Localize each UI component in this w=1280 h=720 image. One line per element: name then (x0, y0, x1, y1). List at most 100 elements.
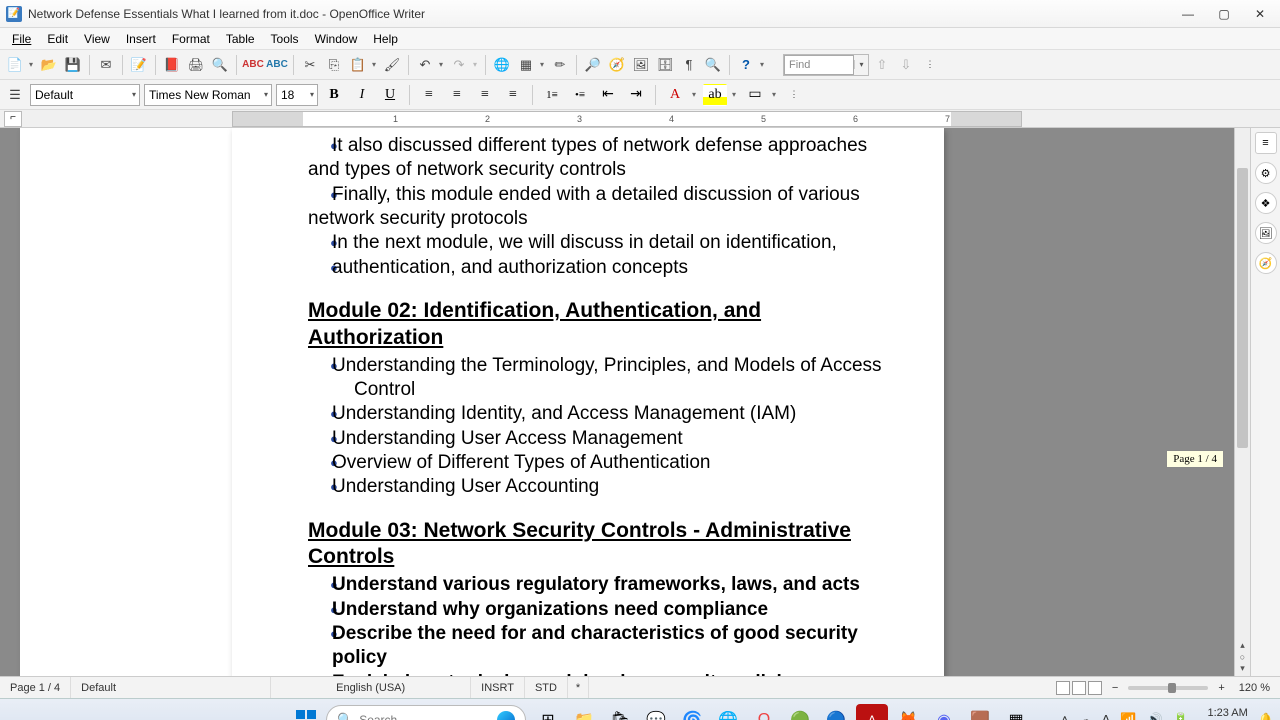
zoom-knob[interactable] (1168, 683, 1176, 693)
clock[interactable]: 1:23 AM 9/24/2024 (1199, 707, 1248, 720)
redo-dropdown-icon[interactable]: ▾ (472, 60, 480, 69)
discord-icon[interactable]: ◉ (928, 704, 960, 720)
status-signature[interactable]: * (568, 677, 589, 698)
find-dropdown-icon[interactable]: ▾ (854, 60, 868, 69)
task-view-icon[interactable]: ⊞ (532, 704, 564, 720)
font-color-dropdown-icon[interactable]: ▾ (691, 90, 699, 99)
paste-dropdown-icon[interactable]: ▾ (371, 60, 379, 69)
bgcolor-button[interactable]: ▭ (743, 84, 767, 106)
nav-dot-icon[interactable]: ○ (1240, 652, 1245, 662)
book-view-icon[interactable] (1088, 681, 1102, 695)
single-page-icon[interactable] (1056, 681, 1070, 695)
find-all-button[interactable]: ⋮ (919, 54, 941, 76)
view-layout-icons[interactable] (1050, 681, 1108, 695)
menu-insert[interactable]: Insert (118, 30, 164, 48)
autospell-button[interactable]: ABC (266, 54, 288, 76)
bgcolor-dropdown-icon[interactable]: ▾ (771, 90, 779, 99)
zoom-button[interactable]: 🔍 (702, 54, 724, 76)
zoom-in-button[interactable]: + (1214, 682, 1228, 694)
acrobat-icon[interactable]: A (856, 704, 888, 720)
find-combo[interactable]: Find ▾ (783, 54, 869, 76)
battery-icon[interactable]: 🔋 (1173, 712, 1189, 720)
toolbar-more-icon[interactable]: ⋮ (783, 84, 805, 106)
align-center-button[interactable]: ≡ (445, 84, 469, 106)
table-dropdown-icon[interactable]: ▾ (539, 60, 547, 69)
menu-tools[interactable]: Tools (263, 30, 307, 48)
opera-icon[interactable]: O (748, 704, 780, 720)
browser-icon[interactable]: 🔵 (820, 704, 852, 720)
status-language[interactable]: English (USA) (271, 677, 471, 698)
spellcheck-button[interactable]: ABC (242, 54, 264, 76)
sidebar-navigator-button[interactable]: 🧭 (1255, 252, 1277, 274)
font-color-button[interactable]: A (663, 84, 687, 106)
status-insert-mode[interactable]: INSRT (471, 677, 525, 698)
hyperlink-button[interactable]: 🌐 (491, 54, 513, 76)
bold-button[interactable]: B (322, 84, 346, 106)
zoom-value[interactable]: 120 % (1229, 677, 1280, 698)
print-button[interactable]: 🖨 (185, 54, 207, 76)
language-icon[interactable]: A (1102, 712, 1111, 720)
styles-button[interactable]: ☰ (4, 84, 26, 106)
gallery-button[interactable]: 🖼 (630, 54, 652, 76)
preview-button[interactable]: 🔍 (209, 54, 231, 76)
copy-button[interactable]: ⎘ (323, 54, 345, 76)
undo-button[interactable]: ↶ (414, 54, 436, 76)
app-generic-icon[interactable]: 🟫 (964, 704, 996, 720)
sidebar-gallery-button[interactable]: 🖼 (1255, 222, 1277, 244)
app-generic2-icon[interactable]: ▦ (1000, 704, 1032, 720)
maximize-button[interactable]: ▢ (1210, 4, 1238, 24)
horizontal-ruler[interactable]: 1 2 3 4 5 6 7 (232, 111, 1022, 127)
zoom-out-button[interactable]: − (1108, 682, 1122, 694)
find-replace-button[interactable]: 🔎 (582, 54, 604, 76)
explorer-icon[interactable]: 📁 (568, 704, 600, 720)
next-page-icon[interactable]: ▾ (1240, 663, 1245, 674)
indent-button[interactable]: ⇥ (624, 84, 648, 106)
volume-icon[interactable]: 🔊 (1147, 712, 1163, 720)
redo-button[interactable]: ↷ (448, 54, 470, 76)
menu-view[interactable]: View (76, 30, 118, 48)
status-selection-mode[interactable]: STD (525, 677, 568, 698)
status-style[interactable]: Default (71, 677, 271, 698)
sidebar-menu-button[interactable]: ≡ (1255, 132, 1277, 154)
prev-page-icon[interactable]: ▴ (1240, 640, 1245, 651)
numbering-button[interactable]: 1≡ (540, 84, 564, 106)
help-button[interactable]: ? (735, 54, 757, 76)
bullets-button[interactable]: •≡ (568, 84, 592, 106)
edge-icon[interactable]: 🌐 (712, 704, 744, 720)
table-button[interactable]: ▦ (515, 54, 537, 76)
help-dropdown-icon[interactable]: ▾ (759, 60, 767, 69)
highlight-dropdown-icon[interactable]: ▾ (731, 90, 739, 99)
vertical-scrollbar[interactable]: ▴ ○ ▾ (1234, 128, 1250, 676)
wifi-icon[interactable]: 📶 (1120, 712, 1136, 720)
new-button[interactable]: 📄 (4, 54, 26, 76)
datasources-button[interactable]: 🗄 (654, 54, 676, 76)
font-name-combo[interactable]: Times New Roman▾ (144, 84, 272, 106)
undo-dropdown-icon[interactable]: ▾ (438, 60, 446, 69)
taskbar-search[interactable]: 🔍 Search (326, 705, 526, 720)
status-page[interactable]: Page 1 / 4 (0, 677, 71, 698)
sidebar-styles-button[interactable]: ❖ (1255, 192, 1277, 214)
tray-chevron-icon[interactable]: ˄ (1061, 712, 1069, 720)
nonprinting-button[interactable]: ¶ (678, 54, 700, 76)
scrollbar-thumb[interactable] (1237, 168, 1248, 448)
multi-page-icon[interactable] (1072, 681, 1086, 695)
notifications-icon[interactable]: 🔔 (1258, 712, 1274, 720)
menu-edit[interactable]: Edit (39, 30, 76, 48)
find-prev-button[interactable]: ⇧ (871, 54, 893, 76)
outdent-button[interactable]: ⇤ (596, 84, 620, 106)
mail-button[interactable]: ✉ (95, 54, 117, 76)
find-next-button[interactable]: ⇩ (895, 54, 917, 76)
firefox-icon[interactable]: 🦊 (892, 704, 924, 720)
menu-format[interactable]: Format (164, 30, 218, 48)
align-left-button[interactable]: ≡ (417, 84, 441, 106)
paragraph-style-combo[interactable]: Default▾ (30, 84, 140, 106)
menu-table[interactable]: Table (218, 30, 263, 48)
menu-help[interactable]: Help (365, 30, 406, 48)
pdf-button[interactable]: 📕 (161, 54, 183, 76)
underline-button[interactable]: U (378, 84, 402, 106)
minimize-button[interactable]: — (1174, 4, 1202, 24)
start-button[interactable] (292, 706, 320, 720)
italic-button[interactable]: I (350, 84, 374, 106)
sidebar-properties-button[interactable]: ⚙ (1255, 162, 1277, 184)
paste-button[interactable]: 📋 (347, 54, 369, 76)
